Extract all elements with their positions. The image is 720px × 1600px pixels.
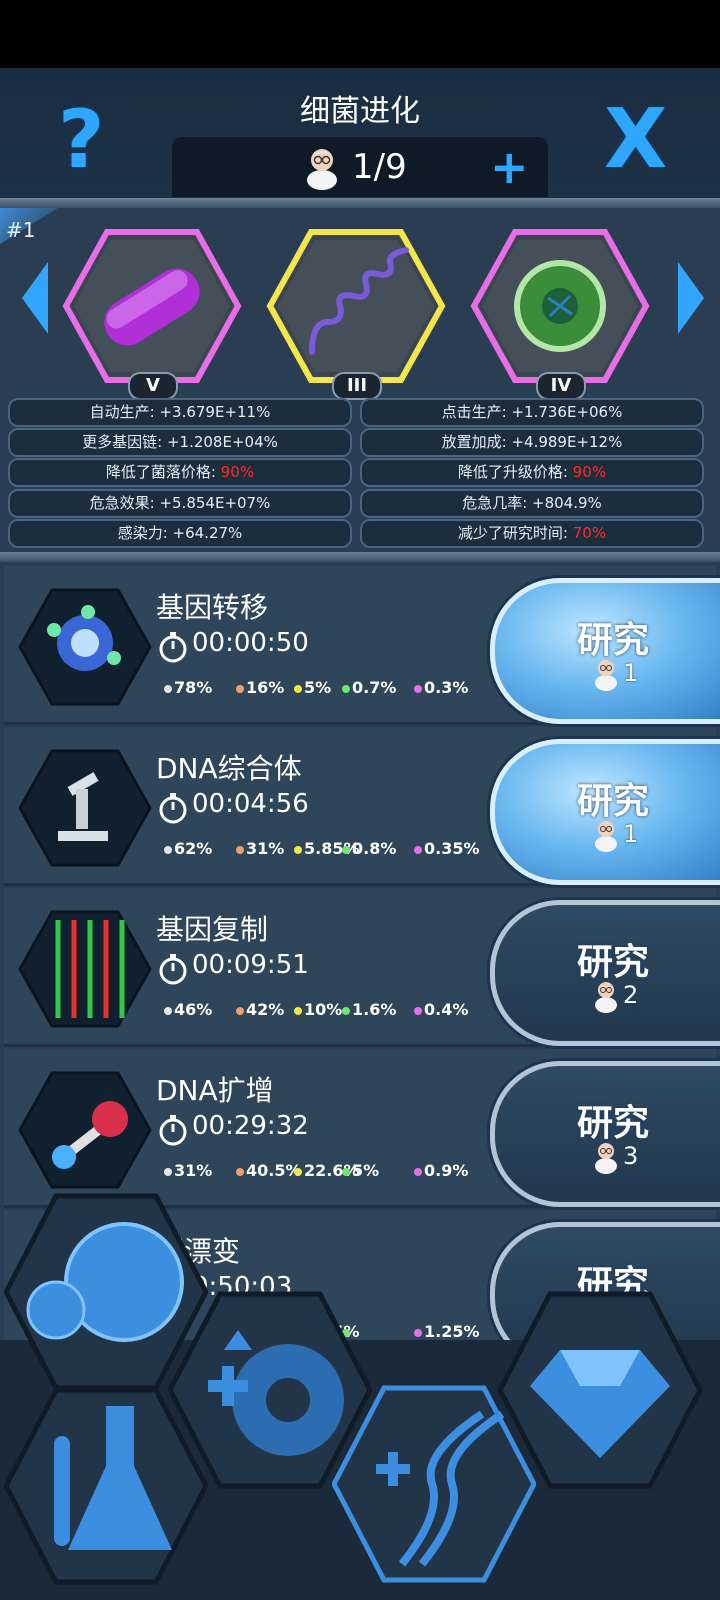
probability-value: 0.35% xyxy=(414,839,480,858)
strain-level-badge: IV xyxy=(536,372,586,400)
strain-level-badge: III xyxy=(332,372,382,400)
research-button-label: 研究 xyxy=(577,781,650,822)
strain-slot-3[interactable] xyxy=(470,226,650,386)
probability-value: 42% xyxy=(236,1000,284,1019)
research-button[interactable]: 研究 2 xyxy=(490,900,720,1046)
scientist-count: 1/9 xyxy=(352,147,407,187)
strain-level-badge: V xyxy=(128,372,178,400)
probability-value: 10% xyxy=(294,1000,342,1019)
probability-value: 0.9% xyxy=(414,1161,468,1180)
probability-value: 62% xyxy=(164,839,212,858)
gems-nav-icon[interactable] xyxy=(498,1290,702,1490)
probability-value: 40.5% xyxy=(236,1161,302,1180)
gene-transfer-icon xyxy=(18,588,152,706)
probability-list: 62% 31% 5.85% 0.8% 0.35% xyxy=(164,839,494,861)
dna-strands-icon xyxy=(18,910,152,1028)
research-row: DNA扩增 00:29:32 31% 40.5% 22.6% 5% 0.9% 研究 3 xyxy=(4,1049,720,1208)
probability-list: 46% 42% 10% 1.6% 0.4% xyxy=(164,1000,494,1022)
probability-list: 31% 40.5% 22.6% 5% 0.9% xyxy=(164,1161,494,1183)
stat-research-time: 减少了研究时间: 70% xyxy=(360,519,704,548)
scientist-icon xyxy=(595,660,617,691)
research-cost: 3 xyxy=(623,1142,639,1170)
help-icon[interactable]: ? xyxy=(58,100,104,180)
probability-value: 16% xyxy=(236,678,284,697)
coccus-icon xyxy=(514,260,606,352)
research-button-label: 研究 xyxy=(577,1103,650,1144)
divider xyxy=(0,552,720,562)
research-row: 基因复制 00:09:51 46% 42% 10% 1.6% 0.4% 研究 2 xyxy=(4,888,720,1047)
lab-nav-icon[interactable] xyxy=(4,1386,208,1586)
research-time: 00:00:50 xyxy=(192,628,309,658)
timer-icon xyxy=(159,793,187,824)
research-name: 基因复制 xyxy=(156,913,269,946)
stat-colony-price: 降低了菌落价格: 90% xyxy=(8,458,352,487)
scientist-icon xyxy=(595,821,617,852)
research-button[interactable]: 研究 1 xyxy=(490,739,720,885)
probability-value: 1.25% xyxy=(414,1322,480,1341)
research-name: DNA扩增 xyxy=(156,1074,274,1107)
divider xyxy=(0,198,720,208)
timer-icon xyxy=(159,632,187,663)
research-name: 基因转移 xyxy=(156,591,269,624)
probability-list: 78% 16% 5% 0.7% 0.3% xyxy=(164,678,494,700)
research-cost: 1 xyxy=(623,659,639,687)
stat-critical-chance: 危急几率: +804.9% xyxy=(360,489,704,518)
status-bar xyxy=(0,0,720,68)
research-cost: 1 xyxy=(623,820,639,848)
research-name: DNA综合体 xyxy=(156,752,302,785)
probability-value: 0.7% xyxy=(342,678,396,697)
arrow-left-icon[interactable] xyxy=(22,262,48,334)
probability-value: 46% xyxy=(164,1000,212,1019)
research-button[interactable]: 研究 1 xyxy=(490,578,720,724)
strain-slot-1[interactable] xyxy=(62,226,242,386)
scientist-icon xyxy=(307,149,337,190)
research-row: 基因转移 00:00:50 78% 16% 5% 0.7% 0.3% 研究 1 xyxy=(4,566,720,725)
probability-value: 5% xyxy=(342,1161,379,1180)
stat-critical-effect: 危急效果: +5.854E+07% xyxy=(8,489,352,518)
microscope-icon xyxy=(18,749,152,867)
research-button-label: 研究 xyxy=(577,942,650,983)
research-row: DNA综合体 00:04:56 62% 31% 5.85% 0.8% 0.35% 研究 1 xyxy=(4,727,720,886)
research-cost: 2 xyxy=(623,981,639,1009)
timer-icon xyxy=(159,1115,187,1146)
timer-icon xyxy=(159,954,187,985)
scientist-icon xyxy=(595,982,617,1013)
probability-value: 1.6% xyxy=(342,1000,396,1019)
stat-click-production: 点击生产: +1.736E+06% xyxy=(360,398,704,427)
stat-infectivity: 感染力: +64.27% xyxy=(8,519,352,548)
scientist-icon xyxy=(595,1143,617,1174)
probability-value: 31% xyxy=(164,1161,212,1180)
add-scientist-button[interactable]: + xyxy=(490,144,529,190)
stat-auto-production: 自动生产: +3.679E+11% xyxy=(8,398,352,427)
research-button-label: 研究 xyxy=(577,620,650,661)
research-time: 00:04:56 xyxy=(192,789,309,819)
stat-idle-bonus: 放置加成: +4.989E+12% xyxy=(360,428,704,457)
probability-value: 0.3% xyxy=(414,678,468,697)
rank-label: #1 xyxy=(6,218,36,242)
research-time: 00:29:32 xyxy=(192,1111,309,1141)
probability-value: 0.8% xyxy=(342,839,396,858)
stat-upgrade-price: 降低了升级价格: 90% xyxy=(360,458,704,487)
probability-value: 0.4% xyxy=(414,1000,468,1019)
probability-value: 5% xyxy=(294,678,331,697)
research-time: 00:09:51 xyxy=(192,950,309,980)
stat-more-gene-chains: 更多基因链: +1.208E+04% xyxy=(8,428,352,457)
probability-value: 78% xyxy=(164,678,212,697)
molecule-icon xyxy=(18,1071,152,1189)
strain-slot-2[interactable] xyxy=(266,226,446,386)
probability-value: 31% xyxy=(236,839,284,858)
research-button[interactable]: 研究 3 xyxy=(490,1061,720,1207)
arrow-right-icon[interactable] xyxy=(678,262,704,334)
close-icon[interactable]: X xyxy=(604,99,667,181)
